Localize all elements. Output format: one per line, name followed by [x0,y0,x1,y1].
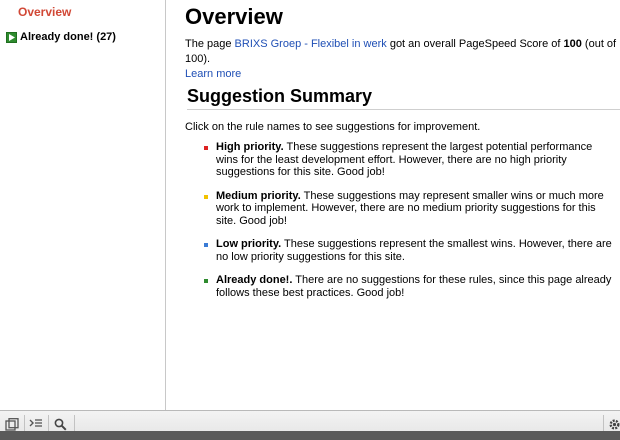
suggestion-summary-heading: Suggestion Summary [187,86,620,110]
intro-middle: got an overall PageSpeed Score of [386,38,564,50]
priority-marker-icon [204,279,208,283]
sidebar-item-already-done[interactable]: Already done! (27) [6,31,116,43]
page-title: Overview [185,4,283,29]
intro-prefix: The page [185,38,235,50]
page-link[interactable]: BRIXS Groep - Flexibel in werk [235,38,387,50]
rule-medium-priority: Medium priority. These suggestions may r… [204,190,616,228]
rule-high-priority: High priority. These suggestions represe… [204,141,616,179]
rule-already-done: Already done!. There are no suggestions … [204,274,616,299]
search-icon[interactable] [52,416,68,432]
sidebar-item-overview[interactable]: Overview [18,5,71,19]
console-icon[interactable] [28,416,44,432]
score-value: 100 [563,38,582,50]
gear-icon[interactable] [606,416,620,432]
sidebar-item-label: Already done! (27) [20,31,116,43]
learn-more-link[interactable]: Learn more [185,68,241,80]
dock-icon[interactable] [4,416,20,432]
priority-marker-icon [204,243,208,247]
main-panel: Overview The page BRIXS Groep - Flexibel… [167,0,620,410]
rule-label[interactable]: High priority. [216,141,284,153]
priority-marker-icon [204,194,208,199]
instruction-text: Click on the rule names to see suggestio… [185,121,481,133]
priority-marker-icon [204,146,208,150]
score-intro: The page BRIXS Groep - Flexibel in werk … [185,37,617,82]
rule-label[interactable]: Medium priority. [216,190,301,202]
sidebar: Overview Already done! (27) [0,0,166,410]
window-bottom-shadow [0,431,620,440]
play-icon [6,31,17,43]
rule-label[interactable]: Low priority. [216,238,281,250]
rule-list: High priority. These suggestions represe… [204,141,616,310]
rule-low-priority: Low priority. These suggestions represen… [204,238,616,263]
rule-label[interactable]: Already done!. [216,274,292,286]
